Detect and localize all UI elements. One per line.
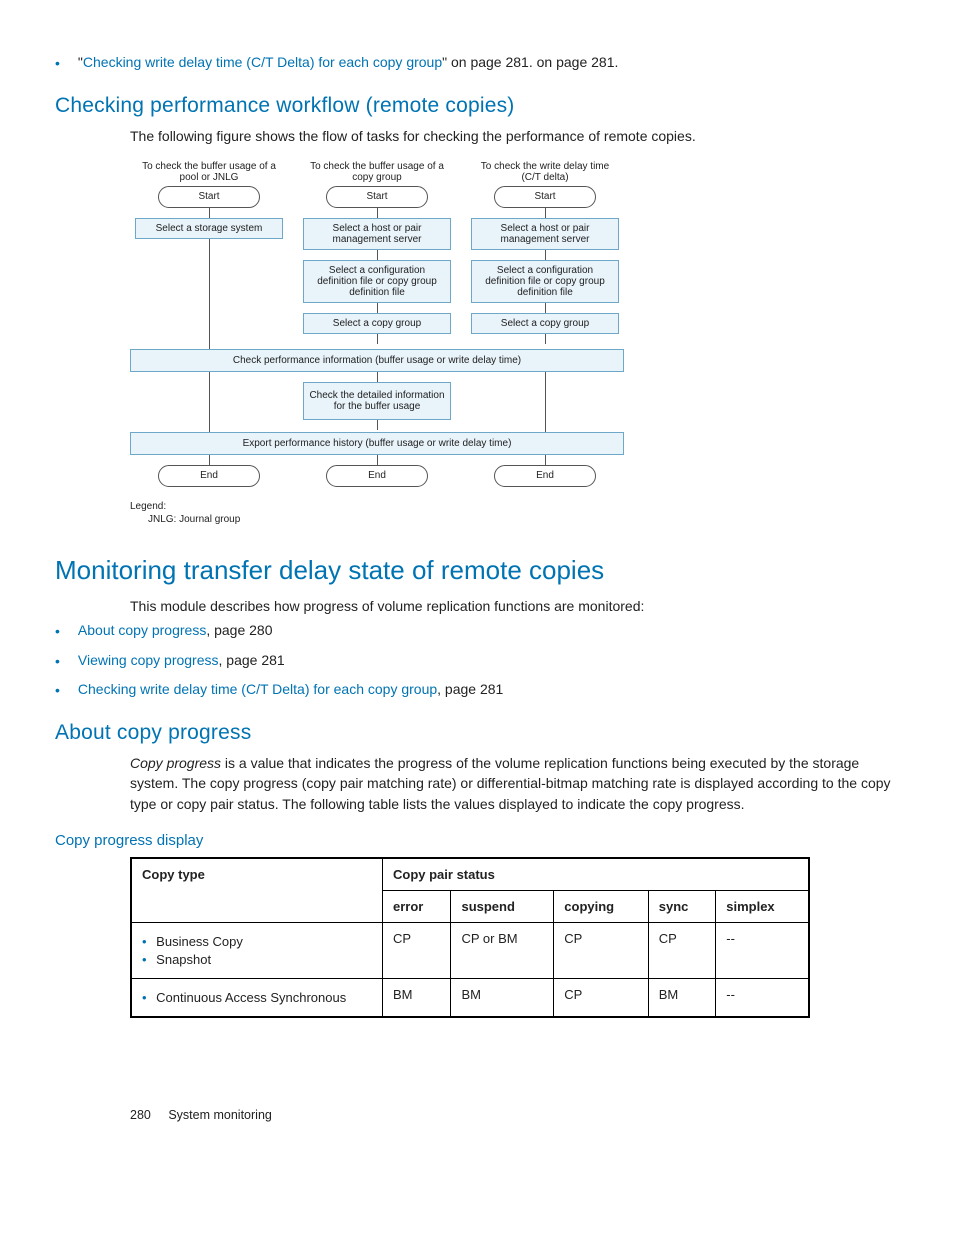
cell-type: Snapshot	[142, 952, 372, 967]
quote-close-tail: " on page 281.	[442, 54, 533, 70]
top-bullet-tail: on page 281.	[533, 54, 619, 70]
table-row: Continuous Access Synchronous BM BM CP B…	[131, 978, 809, 1017]
flow-c2-b2: Select a configuration definition file o…	[303, 260, 451, 303]
flow-c2-b1: Select a host or pair management server	[303, 218, 451, 250]
flow-wide-check: Check performance information (buffer us…	[130, 349, 624, 372]
flow-c3-b3: Select a copy group	[471, 313, 619, 334]
list-item-tail: , page 280	[206, 622, 272, 638]
flow-start-3: Start	[494, 186, 596, 208]
intro-paragraph-1: The following figure shows the flow of t…	[130, 126, 899, 146]
heading-monitoring-transfer: Monitoring transfer delay state of remot…	[55, 555, 899, 586]
cell: --	[716, 978, 809, 1017]
flow-c3-b2: Select a configuration definition file o…	[471, 260, 619, 303]
flow-col3-head: To check the write delay time (C/T delta…	[466, 158, 624, 186]
about-copy-paragraph: Copy progress is a value that indicates …	[130, 753, 899, 814]
cell: BM	[383, 978, 451, 1017]
cell-type: Continuous Access Synchronous	[142, 990, 372, 1005]
th-error: error	[383, 890, 451, 922]
th-copy-type: Copy type	[131, 858, 383, 923]
list-item: • Viewing copy progress, page 281	[55, 652, 899, 672]
heading-performance-workflow: Checking performance workflow (remote co…	[55, 94, 899, 118]
link-viewing-copy-progress[interactable]: Viewing copy progress	[78, 652, 219, 668]
th-sync: sync	[648, 890, 716, 922]
heading-copy-progress-display: Copy progress display	[55, 832, 899, 849]
th-suspend: suspend	[451, 890, 554, 922]
heading-about-copy-progress: About copy progress	[55, 721, 899, 745]
bullet-icon: •	[55, 681, 60, 701]
flow-legend: Legend:	[130, 501, 899, 512]
top-bullet-link[interactable]: Checking write delay time (C/T Delta) fo…	[83, 54, 442, 70]
flow-c3-b1: Select a host or pair management server	[471, 218, 619, 250]
flow-c1-b1: Select a storage system	[135, 218, 283, 239]
flow-mid-detail: Check the detailed information for the b…	[303, 382, 451, 420]
flow-end-2: End	[326, 465, 428, 487]
list-item-tail: , page 281	[437, 681, 503, 697]
flow-end-3: End	[494, 465, 596, 487]
top-bullet-item: • "Checking write delay time (C/T Delta)…	[55, 54, 899, 74]
table-row: Business Copy Snapshot CP CP or BM CP CP…	[131, 922, 809, 978]
page-footer: 280 System monitoring	[130, 1108, 899, 1122]
flow-start-2: Start	[326, 186, 428, 208]
th-copying: copying	[554, 890, 648, 922]
flow-wide-export: Export performance history (buffer usage…	[130, 432, 624, 455]
flow-col2-head: To check the buffer usage of a copy grou…	[298, 158, 456, 186]
cell-type: Business Copy	[142, 934, 372, 949]
cell: --	[716, 922, 809, 978]
footer-title: System monitoring	[168, 1108, 272, 1122]
flow-col-3: To check the write delay time (C/T delta…	[466, 158, 624, 349]
bullet-icon: •	[55, 652, 60, 672]
term-copy-progress: Copy progress	[130, 755, 221, 771]
cell: CP	[383, 922, 451, 978]
cell: CP or BM	[451, 922, 554, 978]
about-copy-rest: is a value that indicates the progress o…	[130, 755, 891, 812]
flow-col-2: To check the buffer usage of a copy grou…	[298, 158, 456, 349]
bullet-icon: •	[55, 622, 60, 642]
workflow-flowchart: To check the buffer usage of a pool or J…	[130, 158, 899, 525]
cell: CP	[554, 922, 648, 978]
list-item-tail: , page 281	[219, 652, 285, 668]
th-simplex: simplex	[716, 890, 809, 922]
th-copy-pair-status: Copy pair status	[383, 858, 810, 891]
cell: BM	[451, 978, 554, 1017]
flow-col-1: To check the buffer usage of a pool or J…	[130, 158, 288, 349]
bullet-icon: •	[55, 54, 60, 74]
list-item: • About copy progress, page 280	[55, 622, 899, 642]
link-about-copy-progress[interactable]: About copy progress	[78, 622, 206, 638]
list-item: • Checking write delay time (C/T Delta) …	[55, 681, 899, 701]
top-bullet-text: "Checking write delay time (C/T Delta) f…	[78, 54, 618, 70]
flow-c2-b3: Select a copy group	[303, 313, 451, 334]
cell: CP	[554, 978, 648, 1017]
flow-start-1: Start	[158, 186, 260, 208]
cell: BM	[648, 978, 716, 1017]
flow-legend-sub: JNLG: Journal group	[148, 514, 899, 525]
link-checking-write-delay[interactable]: Checking write delay time (C/T Delta) fo…	[78, 681, 437, 697]
intro-paragraph-2: This module describes how progress of vo…	[130, 596, 899, 616]
cell: CP	[648, 922, 716, 978]
flow-col1-head: To check the buffer usage of a pool or J…	[130, 158, 288, 186]
page-number: 280	[130, 1108, 151, 1122]
copy-progress-table: Copy type Copy pair status error suspend…	[130, 857, 810, 1018]
flow-end-1: End	[158, 465, 260, 487]
